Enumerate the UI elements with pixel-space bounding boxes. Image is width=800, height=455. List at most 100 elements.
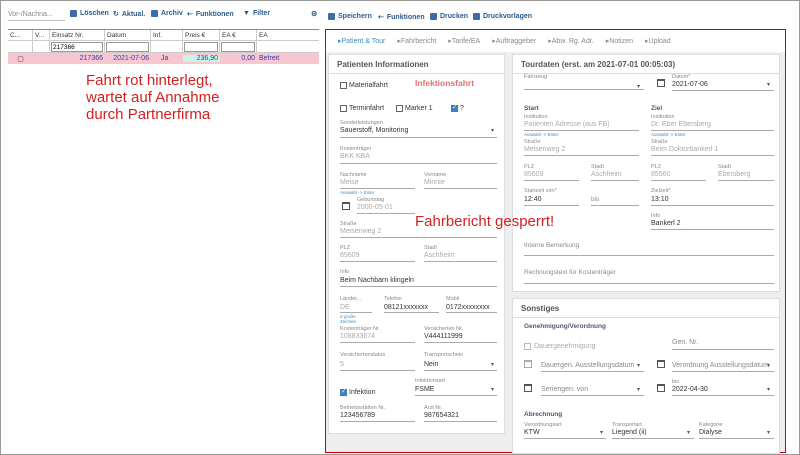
search-input[interactable]: Vor-/Nachna... bbox=[8, 8, 65, 21]
col-header[interactable]: EA bbox=[257, 30, 319, 40]
kategorie-select[interactable]: Dialyse bbox=[699, 429, 722, 436]
betriebsstaetten-field[interactable]: 123456789 bbox=[340, 412, 375, 419]
materialfahrt-checkbox[interactable] bbox=[340, 82, 347, 89]
land-field[interactable]: DE bbox=[340, 304, 350, 311]
kosten-field[interactable]: BKK KBA bbox=[340, 153, 370, 160]
infektionsart-select[interactable]: FSME bbox=[415, 386, 434, 393]
seriengen-von-field[interactable]: Seriengen. von bbox=[541, 386, 588, 393]
start-stadt-field[interactable]: Aschheim bbox=[591, 171, 622, 178]
ziel-stadt-field[interactable]: Ebersberg bbox=[718, 171, 750, 178]
refresh-button[interactable]: ↻ Aktual. bbox=[113, 10, 146, 19]
filter-row bbox=[8, 41, 319, 53]
table-row[interactable]: ▢ 217366 2021-07-06 Ja 236,90 0,00 Befre… bbox=[8, 53, 319, 64]
dauergenehmigung-checkbox[interactable] bbox=[524, 343, 531, 350]
chevron-down-icon: ▾ bbox=[637, 387, 641, 393]
rechnungstext-field[interactable]: Rechnungstext für Kostenträger bbox=[524, 269, 616, 276]
zielzeit-field[interactable]: 13:10 bbox=[651, 196, 669, 203]
filter-label: Filter bbox=[252, 10, 271, 17]
calendar-icon[interactable] bbox=[342, 202, 350, 210]
calendar-icon[interactable] bbox=[657, 384, 665, 392]
tab-abw-adr[interactable]: ▸Abw. Rg. Adr. bbox=[542, 37, 600, 45]
ea-filter-input[interactable] bbox=[221, 42, 255, 52]
tour-info-field[interactable]: Bankerl 2 bbox=[651, 220, 681, 227]
telefon-field[interactable]: 08121xxxxxxx bbox=[384, 304, 428, 311]
terminfahrt-checkbox[interactable] bbox=[340, 105, 347, 112]
refresh-label: Aktual. bbox=[121, 10, 146, 18]
start-strasse-field[interactable]: Meisenweg 2 bbox=[524, 146, 565, 153]
transportschein-select[interactable]: Nein bbox=[424, 361, 438, 368]
plz-field[interactable]: 85609 bbox=[340, 252, 359, 259]
verordnungsart-select[interactable]: KTW bbox=[524, 429, 540, 436]
col-header[interactable]: Inf. bbox=[151, 30, 183, 40]
nr-filter-input[interactable] bbox=[51, 42, 103, 52]
chevron-down-icon: ▾ bbox=[491, 128, 495, 134]
tab-patient-tour[interactable]: ▸Patient & Tour bbox=[332, 37, 391, 45]
datum-field[interactable]: 2021-07-06 bbox=[672, 81, 708, 88]
col-header[interactable]: EA € bbox=[220, 30, 257, 40]
chevron-down-icon: ▾ bbox=[767, 387, 771, 393]
sonstiges-title: Sonstiges bbox=[521, 304, 560, 313]
calendar-icon[interactable] bbox=[657, 360, 665, 368]
start-stadt-label: Stadt bbox=[591, 164, 604, 170]
delete-button[interactable]: Löschen bbox=[70, 10, 109, 17]
fahrzeug-label: Fahrzeug bbox=[524, 74, 548, 80]
startzeit-field[interactable]: 12:40 bbox=[524, 196, 542, 203]
save-button[interactable]: Speichern bbox=[328, 13, 372, 20]
archive-button[interactable]: Archiv bbox=[151, 10, 183, 17]
calendar-icon[interactable] bbox=[524, 360, 532, 368]
calendar-icon[interactable] bbox=[524, 384, 532, 392]
col-header[interactable]: Einsatz Nr. bbox=[50, 30, 105, 40]
dauergen-datum-field[interactable]: Dauergen. Ausstellungsdatum bbox=[541, 362, 634, 369]
geburtstag-field[interactable]: 2000-05-01 bbox=[357, 204, 393, 211]
question-checkbox[interactable] bbox=[451, 104, 458, 112]
transportart-select[interactable]: Liegend (ii) bbox=[612, 429, 647, 436]
verordnung-datum-field[interactable]: Verordnung Ausstellungsdatum bbox=[672, 362, 769, 369]
stadt-field[interactable]: Aschheim bbox=[424, 252, 455, 259]
col-header[interactable]: C... bbox=[8, 30, 33, 40]
gen-nr-field[interactable]: Gen. Nr. bbox=[672, 339, 698, 346]
col-header[interactable]: Datum bbox=[105, 30, 151, 40]
templates-button[interactable]: Druckvorlagen bbox=[473, 13, 532, 20]
sonder-label: Sonderleistungen bbox=[340, 120, 383, 126]
row-checkbox[interactable]: ▢ bbox=[8, 55, 33, 63]
versicherten-nr-field[interactable]: V444111999 bbox=[424, 333, 463, 340]
printer-icon bbox=[473, 13, 480, 20]
strasse-field[interactable]: Meisenweg 2 bbox=[340, 228, 381, 235]
marker-checkbox[interactable] bbox=[396, 105, 403, 112]
auswahl-hint: Auswahl -> Enter bbox=[651, 132, 686, 137]
functions-button-left[interactable]: ⇠ Funktionen bbox=[187, 10, 234, 19]
tab-fahrbericht[interactable]: ▸Fahrbericht bbox=[391, 37, 442, 45]
tab-notizen[interactable]: ▸Notizen bbox=[600, 37, 639, 45]
ziel-institution-field[interactable]: Dr. Eber Ebersberg bbox=[651, 121, 711, 128]
price-filter-input[interactable] bbox=[184, 42, 218, 52]
zielzeit-label: Zielzeit* bbox=[651, 188, 671, 194]
start-plz-field[interactable]: 85609 bbox=[524, 171, 543, 178]
tab-auftraggeber[interactable]: ▸Auftraggeber bbox=[486, 37, 542, 45]
ziel-plz-field[interactable]: 85560 bbox=[651, 171, 670, 178]
functions-label: Funktionen bbox=[386, 13, 425, 21]
date-filter-input[interactable] bbox=[106, 42, 149, 52]
functions-button[interactable]: ⇠ Funktionen bbox=[378, 13, 425, 22]
nachname-field[interactable]: Meise bbox=[340, 179, 359, 186]
print-button[interactable]: Drucken bbox=[430, 13, 468, 20]
seriengen-bis-field[interactable]: 2022-04-30 bbox=[672, 386, 708, 393]
info-field[interactable]: Beim Nachbarn klingeln bbox=[340, 277, 414, 284]
interne-bemerkung-field[interactable]: Interne Bemerkung bbox=[524, 242, 579, 249]
start-institution-field[interactable]: Patienten Adresse (aus FB) bbox=[524, 121, 610, 128]
note-line: durch Partnerfirma bbox=[86, 106, 211, 123]
sonder-select[interactable]: Sauerstoff, Monitoring bbox=[340, 127, 408, 134]
infektion-checkbox[interactable] bbox=[340, 388, 347, 396]
col-header[interactable]: Preis € bbox=[183, 30, 220, 40]
filter-button[interactable]: ▼ Filter bbox=[243, 10, 270, 17]
tab-tarife[interactable]: ▸Tarife/EA bbox=[442, 37, 486, 45]
arzt-nr-field[interactable]: 987654321 bbox=[424, 412, 459, 419]
col-header[interactable]: V... bbox=[33, 30, 50, 40]
settings-button[interactable]: ⚙ bbox=[311, 10, 317, 18]
calendar-icon[interactable] bbox=[657, 79, 665, 87]
tab-upload[interactable]: ▸Upload bbox=[639, 37, 677, 45]
ziel-strasse-field[interactable]: Beim Doktorbankerl 1 bbox=[651, 146, 718, 153]
versichertenstatus-field[interactable]: 5 bbox=[340, 361, 344, 368]
mobil-field[interactable]: 0172xxxxxxxx bbox=[446, 304, 490, 311]
kostentraeger-nr-field[interactable]: 108833674 bbox=[340, 333, 375, 340]
vorname-field[interactable]: Minnie bbox=[424, 179, 445, 186]
